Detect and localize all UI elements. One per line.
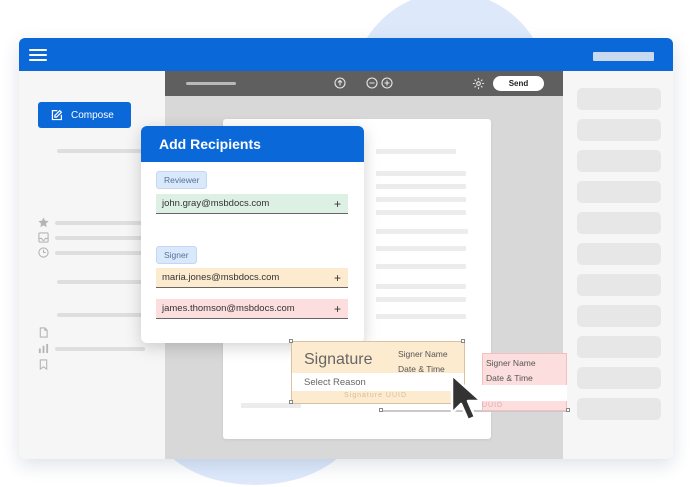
page-text-line — [398, 229, 468, 234]
document-title-placeholder — [186, 82, 236, 85]
user-menu-placeholder[interactable] — [593, 52, 654, 61]
signer-email-field-1[interactable]: maria.jones@msbdocs.com + — [156, 268, 348, 288]
resize-handle[interactable] — [289, 400, 293, 404]
add-signer-button-1[interactable]: + — [334, 272, 341, 284]
sidebar-placeholder-line — [57, 149, 147, 153]
resize-handle[interactable] — [566, 408, 570, 412]
date-time-label-secondary: Date & Time — [486, 373, 533, 383]
page-text-line — [376, 171, 466, 176]
right-panel-item[interactable] — [577, 305, 661, 327]
sidebar-placeholder-line — [57, 313, 147, 317]
signer-name-label: Signer Name — [398, 349, 448, 359]
signer-email-1: maria.jones@msbdocs.com — [162, 272, 280, 283]
sidebar-placeholder-line — [55, 221, 145, 225]
sidebar-placeholder-line — [55, 347, 145, 351]
page-text-line — [376, 210, 466, 215]
compose-label: Compose — [71, 109, 114, 121]
right-panel-item[interactable] — [577, 243, 661, 265]
signature-field-primary[interactable]: Signature Signer Name Date & Time Select… — [289, 339, 465, 404]
sidebar-placeholder-line — [57, 280, 147, 284]
zoom-out-icon[interactable] — [366, 77, 378, 89]
right-panel-item[interactable] — [577, 367, 661, 389]
right-panel-item[interactable] — [577, 398, 661, 420]
add-recipients-panel: Add Recipients Reviewer john.gray@msbdoc… — [141, 126, 364, 343]
add-recipients-title: Add Recipients — [141, 126, 364, 162]
right-panel-item[interactable] — [577, 119, 661, 141]
send-button[interactable]: Send — [493, 76, 544, 91]
add-reviewer-button[interactable]: + — [334, 198, 341, 210]
app-stage: Compose Send Add Recipients Reviewer joh… — [0, 0, 693, 487]
pointer-cursor-icon — [450, 373, 483, 422]
right-panel-item[interactable] — [577, 88, 661, 110]
reviewer-email: john.gray@msbdocs.com — [162, 198, 270, 209]
page-text-line — [376, 314, 466, 319]
signer-email-2: james.thomson@msbdocs.com — [162, 303, 295, 314]
page-text-line — [376, 197, 466, 202]
bookmark-icon[interactable] — [38, 359, 49, 370]
star-icon[interactable] — [38, 217, 49, 228]
sidebar-placeholder-line — [55, 251, 145, 255]
file-icon[interactable] — [38, 327, 49, 338]
signer-role-tag[interactable]: Signer — [156, 246, 197, 264]
right-panel-item[interactable] — [577, 181, 661, 203]
gear-icon[interactable] — [472, 77, 485, 90]
right-panel-item[interactable] — [577, 212, 661, 234]
right-panel-item[interactable] — [577, 336, 661, 358]
arrow-up-icon[interactable] — [334, 77, 346, 89]
top-bar — [19, 38, 673, 71]
page-text-line — [376, 149, 456, 154]
page-text-line — [376, 246, 466, 251]
clock-icon[interactable] — [38, 247, 49, 258]
chart-icon[interactable] — [38, 343, 49, 354]
reviewer-email-field[interactable]: john.gray@msbdocs.com + — [156, 194, 348, 214]
signer-name-label-secondary: Signer Name — [486, 358, 536, 368]
signature-label: Signature — [304, 351, 373, 368]
page-text-line — [376, 297, 466, 302]
signer-email-field-2[interactable]: james.thomson@msbdocs.com + — [156, 299, 348, 319]
resize-handle[interactable] — [461, 339, 465, 343]
page-text-line — [376, 184, 466, 189]
zoom-in-icon[interactable] — [381, 77, 393, 89]
hamburger-icon[interactable] — [29, 49, 47, 62]
signature-field-secondary-reason-bar — [482, 385, 567, 401]
document-toolbar: Send — [165, 71, 563, 96]
resize-handle[interactable] — [379, 408, 383, 412]
select-reason-dropdown[interactable]: Select Reason — [304, 377, 366, 388]
compose-icon — [51, 109, 63, 120]
right-panel-item[interactable] — [577, 150, 661, 172]
inbox-icon[interactable] — [38, 232, 49, 243]
right-panel-item[interactable] — [577, 274, 661, 296]
compose-button[interactable]: Compose — [38, 102, 131, 128]
resize-handle[interactable] — [289, 339, 293, 343]
signature-uuid: Signature UUID — [344, 392, 408, 399]
page-text-line — [376, 284, 466, 289]
right-sidebar — [563, 71, 673, 459]
add-signer-button-2[interactable]: + — [334, 303, 341, 315]
page-text-line — [376, 264, 466, 269]
sidebar-placeholder-line — [55, 236, 145, 240]
reviewer-role-tag[interactable]: Reviewer — [156, 171, 208, 189]
